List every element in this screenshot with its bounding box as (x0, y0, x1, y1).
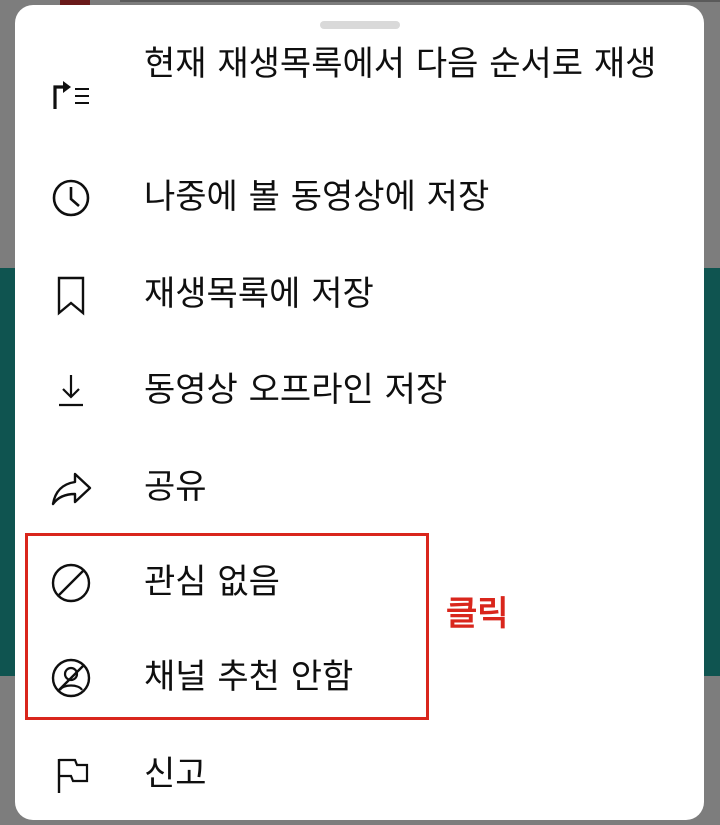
clock-icon (49, 176, 93, 220)
menu-item-watch-later[interactable]: 나중에 볼 동영상에 저장 (15, 168, 704, 238)
menu-item-label: 신고 (144, 754, 207, 794)
annotation-highlight-box (25, 533, 429, 720)
menu-item-share[interactable]: 공유 (15, 458, 704, 528)
menu-item-label: 재생목록에 저장 (144, 274, 374, 314)
menu-item-save-playlist[interactable]: 재생목록에 저장 (15, 265, 704, 335)
menu-item-play-next[interactable]: 현재 재생목록에서 다음 순서로 재생 (15, 35, 704, 155)
menu-item-report[interactable]: 신고 (15, 745, 704, 815)
menu-item-download[interactable]: 동영상 오프라인 저장 (15, 361, 704, 431)
flag-icon (49, 753, 93, 797)
download-icon (49, 369, 93, 413)
menu-item-label: 동영상 오프라인 저장 (144, 370, 448, 410)
share-icon (49, 466, 93, 510)
play-next-queue-icon (49, 73, 93, 117)
annotation-click-label: 클릭 (446, 594, 509, 634)
bookmark-icon (49, 273, 93, 317)
drag-handle[interactable] (320, 21, 400, 29)
menu-item-label: 현재 재생목록에서 다음 순서로 재생 (144, 44, 657, 84)
menu-item-label: 나중에 볼 동영상에 저장 (144, 177, 490, 217)
menu-item-label: 공유 (144, 467, 207, 507)
background-divider (120, 0, 720, 2)
